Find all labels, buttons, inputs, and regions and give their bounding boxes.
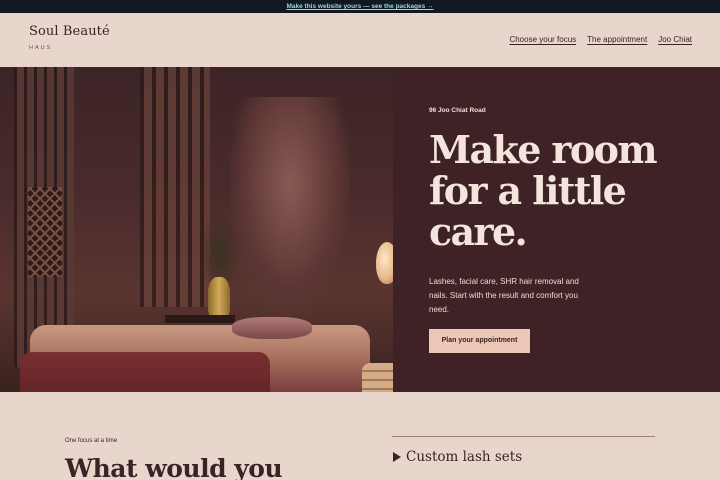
nav-link-joo-chiat[interactable]: Joo Chiat xyxy=(658,35,692,44)
lattice-screen xyxy=(28,187,62,277)
brand-name: Soul Beauté xyxy=(29,24,110,39)
hero-address: 96 Joo Chiat Road xyxy=(429,107,486,114)
hero-spa-room-image xyxy=(0,67,393,392)
hero-section: 96 Joo Chiat Road Make room for a little… xyxy=(0,67,720,392)
brand-logo[interactable]: Soul Beauté HAUS xyxy=(29,24,110,51)
folded-towels xyxy=(362,363,393,392)
hero-text-panel: 96 Joo Chiat Road Make room for a little… xyxy=(393,67,720,392)
nav-link-appointment[interactable]: The appointment xyxy=(587,35,647,44)
focus-title: What would you xyxy=(65,454,283,480)
paper-lamp xyxy=(376,242,393,284)
divider xyxy=(392,436,655,437)
triangle-right-icon xyxy=(393,452,401,462)
promo-bar: Make this website yours — see the packag… xyxy=(0,0,720,13)
pillow xyxy=(232,317,312,339)
promo-link[interactable]: Make this website yours — see the packag… xyxy=(286,3,433,10)
brand-subtitle: HAUS xyxy=(29,45,53,51)
side-table xyxy=(165,315,235,323)
focus-eyebrow: One focus at a time xyxy=(65,438,118,444)
hero-headline: Make room for a little care. xyxy=(429,127,658,254)
hero-lede: Lashes, facial care, SHR hair removal an… xyxy=(429,277,579,314)
focus-item-lash-sets[interactable]: Custom lash sets xyxy=(393,449,522,465)
site-header: Soul Beauté HAUS Choose your focus The a… xyxy=(0,13,720,67)
focus-section: One focus at a time What would you Custo… xyxy=(0,392,720,480)
sunlit-wall xyxy=(230,97,350,317)
plant xyxy=(200,212,240,282)
gold-vase xyxy=(208,277,230,317)
main-nav: Choose your focus The appointment Joo Ch… xyxy=(509,35,692,44)
plan-appointment-button[interactable]: Plan your appointment xyxy=(429,329,530,353)
burgundy-towel xyxy=(20,352,270,392)
nav-link-choose-focus[interactable]: Choose your focus xyxy=(509,35,576,44)
focus-item-label: Custom lash sets xyxy=(406,449,523,465)
